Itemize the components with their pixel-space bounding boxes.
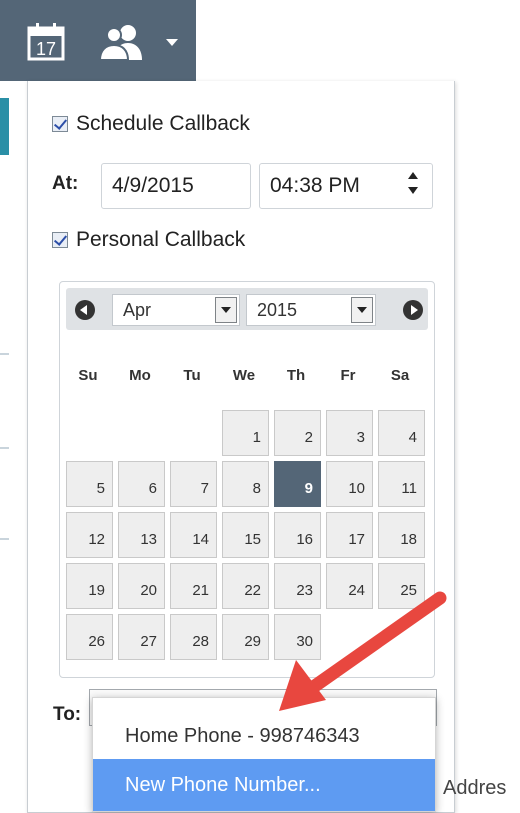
calendar-day[interactable]: 24	[326, 563, 373, 609]
calendar-day[interactable]: 21	[170, 563, 217, 609]
calendar-day[interactable]: 30	[274, 614, 321, 660]
date-field[interactable]: 4/9/2015	[101, 163, 251, 209]
calendar-icon[interactable]: 17	[26, 22, 66, 62]
contacts-icon[interactable]	[97, 22, 147, 62]
calendar-day[interactable]: 4	[378, 410, 425, 456]
background-divider	[0, 353, 9, 355]
calendar-day[interactable]: 20	[118, 563, 165, 609]
to-dropdown-list: Home Phone - 998746343 New Phone Number.…	[92, 697, 436, 812]
weekday-label: Fr	[340, 367, 356, 384]
calendar-day[interactable]: 14	[170, 512, 217, 558]
calendar-day[interactable]: 3	[326, 410, 373, 456]
calendar-day[interactable]: 28	[170, 614, 217, 660]
background-divider	[0, 447, 9, 449]
calendar-day[interactable]: 12	[66, 512, 113, 558]
month-select[interactable]: Apr	[112, 294, 240, 326]
calendar-day[interactable]: 7	[170, 461, 217, 507]
calendar-day[interactable]: 16	[274, 512, 321, 558]
calendar-day[interactable]: 29	[222, 614, 269, 660]
calendar-day[interactable]: 1	[222, 410, 269, 456]
calendar-header: Apr 2015	[66, 288, 428, 330]
time-spinner-icon[interactable]	[408, 172, 420, 202]
calendar-day[interactable]: 2	[274, 410, 321, 456]
option-label: Home Phone - 998746343	[125, 724, 360, 747]
chevron-down-icon[interactable]	[166, 39, 178, 46]
weekday-label: Sa	[390, 367, 410, 384]
month-value: Apr	[123, 299, 152, 320]
weekday-label: Th	[286, 367, 306, 384]
background-address-label: Addres	[443, 777, 507, 799]
year-value: 2015	[257, 299, 298, 320]
schedule-callback-label: Schedule Callback	[76, 112, 250, 135]
time-value: 04:38 PM	[270, 174, 360, 197]
calendar-day[interactable]: 5	[66, 461, 113, 507]
next-month-icon[interactable]	[403, 300, 423, 320]
prev-month-icon[interactable]	[75, 300, 95, 320]
weekday-label: Tu	[183, 367, 201, 384]
calendar-day[interactable]: 27	[118, 614, 165, 660]
year-select[interactable]: 2015	[246, 294, 376, 326]
weekday-label: Su	[78, 367, 98, 384]
calendar-day[interactable]: 22	[222, 563, 269, 609]
personal-callback-label: Personal Callback	[76, 228, 246, 251]
weekday-label: Mo	[129, 367, 151, 384]
weekday-label: We	[232, 367, 256, 384]
background-panel-accent	[0, 98, 9, 155]
schedule-callback-row[interactable]: Schedule Callback	[52, 112, 250, 136]
at-label: At:	[52, 173, 79, 194]
calendar-day[interactable]: 19	[66, 563, 113, 609]
date-picker-calendar: Apr 2015 Su Mo Tu We Th Fr Sa 1 2 3 4 5 6 7 8 9 10 11 12 1…	[59, 281, 435, 678]
calendar-day[interactable]: 8	[222, 461, 269, 507]
time-field[interactable]: 04:38 PM	[259, 163, 433, 209]
calendar-day[interactable]: 23	[274, 563, 321, 609]
chevron-down-icon[interactable]	[215, 297, 237, 323]
calendar-day[interactable]: 26	[66, 614, 113, 660]
calendar-day[interactable]: 13	[118, 512, 165, 558]
dropdown-option-new-phone[interactable]: New Phone Number...	[93, 759, 435, 811]
calendar-day[interactable]: 15	[222, 512, 269, 558]
calendar-day[interactable]: 18	[378, 512, 425, 558]
calendar-day[interactable]: 11	[378, 461, 425, 507]
background-divider	[0, 538, 9, 540]
schedule-callback-checkbox[interactable]	[52, 116, 68, 132]
personal-callback-row[interactable]: Personal Callback	[52, 228, 245, 252]
calendar-day[interactable]: 10	[326, 461, 373, 507]
calendar-icon-day: 17	[36, 39, 56, 59]
calendar-day[interactable]: 9	[274, 461, 321, 507]
calendar-day[interactable]: 25	[378, 563, 425, 609]
to-label: To:	[53, 704, 82, 725]
dropdown-option-home-phone[interactable]: Home Phone - 998746343	[93, 710, 435, 762]
personal-callback-checkbox[interactable]	[52, 232, 68, 248]
chevron-down-icon[interactable]	[351, 297, 373, 323]
calendar-day[interactable]: 6	[118, 461, 165, 507]
toolbar: 17	[0, 0, 196, 81]
option-label: New Phone Number...	[125, 773, 321, 796]
calendar-day[interactable]: 17	[326, 512, 373, 558]
date-value: 4/9/2015	[112, 174, 194, 197]
